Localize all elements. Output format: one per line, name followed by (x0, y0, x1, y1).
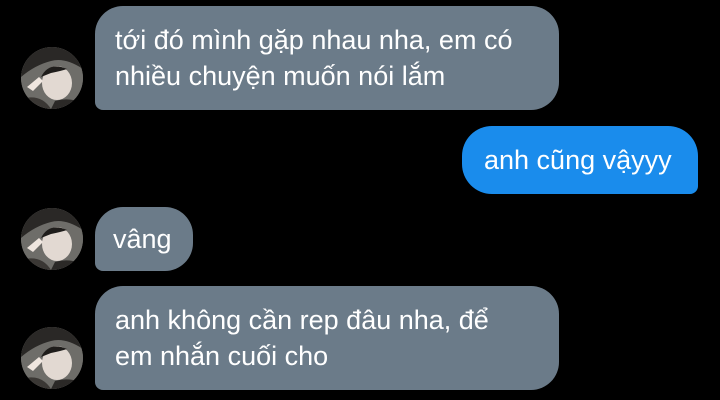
avatar-photo-icon (21, 327, 83, 389)
incoming-message-bubble[interactable]: vâng (95, 207, 193, 271)
contact-avatar[interactable] (21, 208, 83, 270)
avatar-photo-icon (21, 47, 83, 109)
incoming-message-bubble[interactable]: tới đó mình gặp nhau nha, em có nhiều ch… (95, 6, 559, 110)
avatar-photo-icon (21, 208, 83, 270)
outgoing-message-bubble[interactable]: anh cũng vậyyy (462, 126, 698, 194)
contact-avatar[interactable] (21, 327, 83, 389)
incoming-message-bubble[interactable]: anh không cần rep đâu nha, để em nhắn cu… (95, 286, 559, 390)
contact-avatar[interactable] (21, 47, 83, 109)
